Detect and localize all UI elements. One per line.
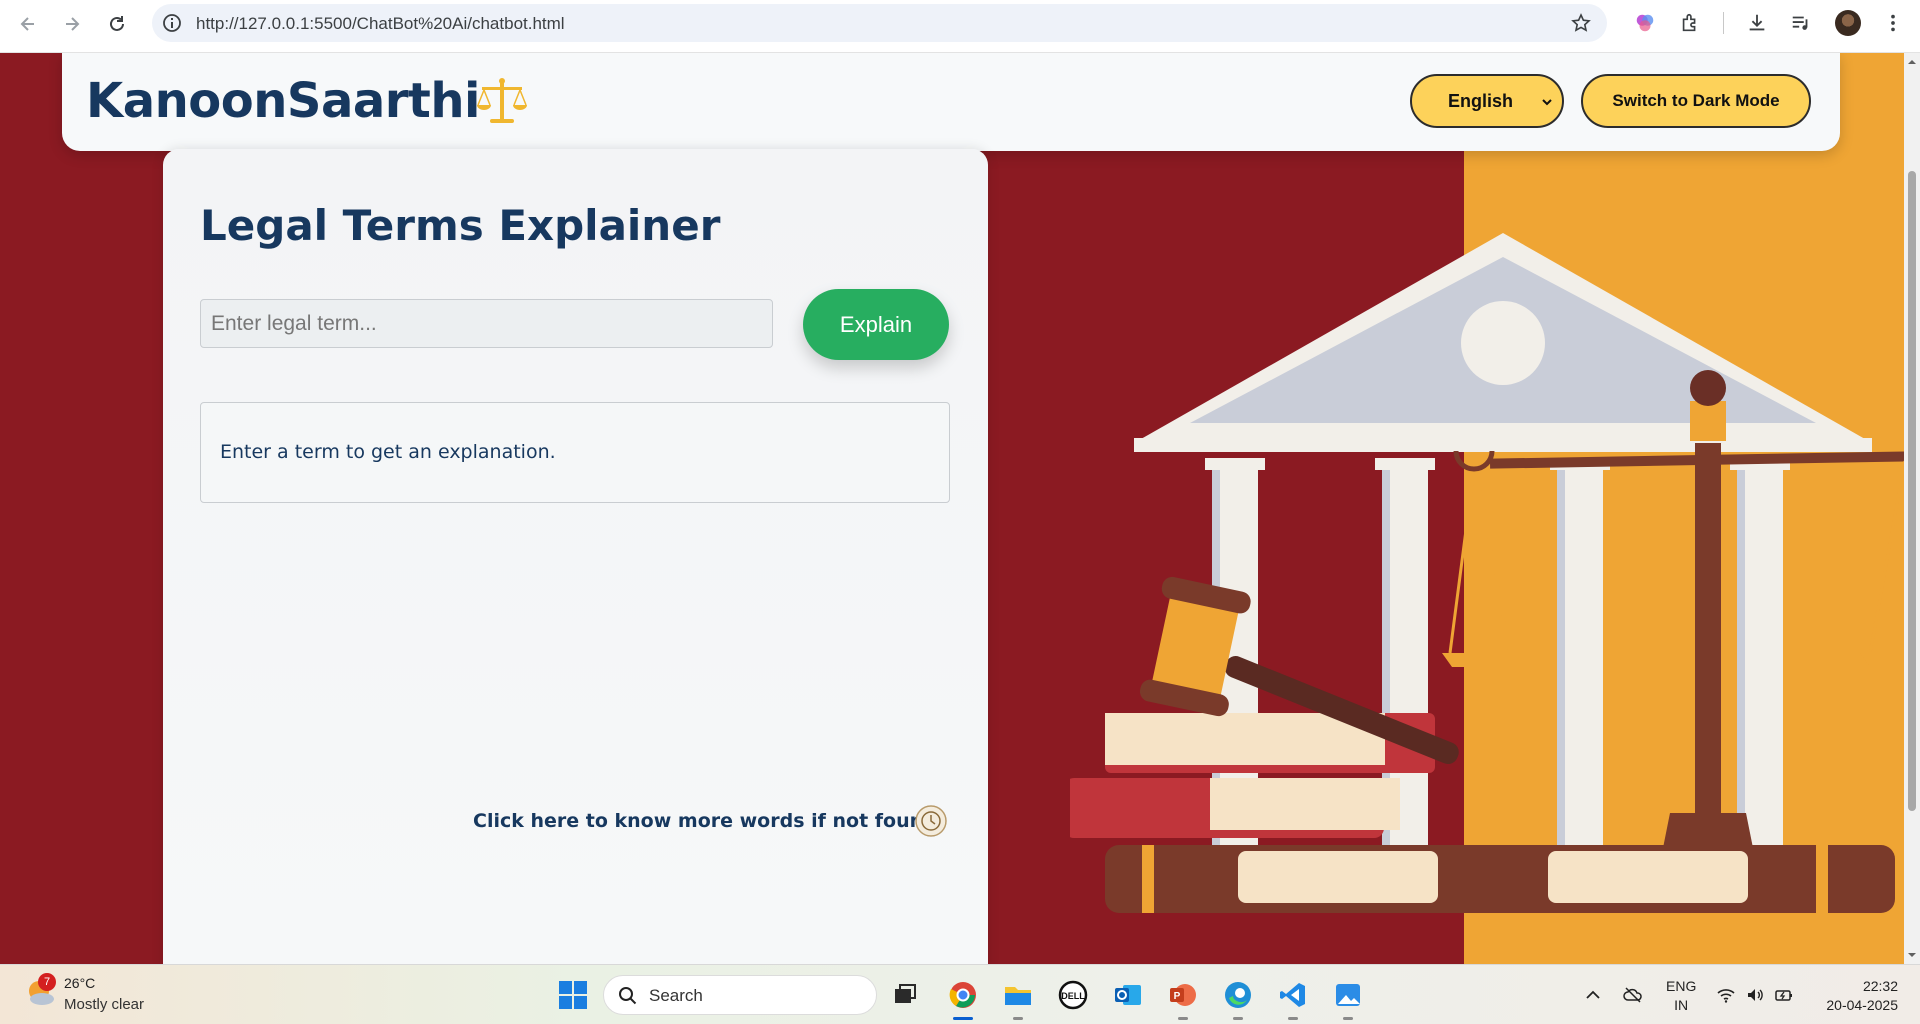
explain-button[interactable]: Explain <box>803 289 949 360</box>
vscode-icon[interactable] <box>1274 976 1312 1020</box>
result-box: Enter a term to get an explanation. <box>200 402 950 503</box>
menu-kebab-icon[interactable] <box>1880 10 1906 36</box>
extensions-puzzle-icon[interactable] <box>1677 10 1703 36</box>
task-view-icon[interactable] <box>886 976 924 1014</box>
volume-icon[interactable] <box>1745 985 1765 1005</box>
system-clock[interactable]: 22:32 20-04-2025 <box>1818 977 1898 1015</box>
chevron-down-icon <box>1542 99 1552 106</box>
page-scrollbar[interactable] <box>1904 53 1920 964</box>
media-control-icon[interactable] <box>1788 10 1814 36</box>
bookmark-star-icon[interactable] <box>1571 13 1591 33</box>
downloads-icon[interactable] <box>1744 10 1770 36</box>
dell-app-icon[interactable]: DELL <box>1054 976 1092 1014</box>
taskbar-search[interactable]: Search <box>603 975 877 1015</box>
language-select-value: English <box>1448 90 1514 111</box>
explainer-card: Legal Terms Explainer Explain Enter a te… <box>163 149 988 964</box>
site-header: KanoonSaarthi English Switch to Dark Mod… <box>62 53 1840 151</box>
windows-start-icon[interactable] <box>558 980 588 1010</box>
browser-toolbar: http://127.0.0.1:5500/ChatBot%20Ai/chatb… <box>0 0 1920 53</box>
scroll-down-icon[interactable] <box>1907 950 1917 960</box>
weather-temperature[interactable]: 26°C <box>64 975 95 991</box>
chrome-taskbar-icon[interactable] <box>944 976 982 1020</box>
url-text[interactable]: http://127.0.0.1:5500/ChatBot%20Ai/chatb… <box>196 14 565 34</box>
page-title: Legal Terms Explainer <box>200 201 721 250</box>
language-select[interactable]: English <box>1410 74 1564 128</box>
result-text: Enter a term to get an explanation. <box>220 441 556 463</box>
cloud-offline-icon[interactable] <box>1623 985 1643 1005</box>
reload-icon <box>110 16 124 31</box>
site-info-icon[interactable] <box>162 13 182 33</box>
weather-condition[interactable]: Mostly clear <box>64 996 144 1013</box>
svg-text:P: P <box>1174 991 1181 1002</box>
edge-icon[interactable] <box>1219 976 1257 1020</box>
clock-date: 20-04-2025 <box>1826 997 1898 1013</box>
clock-time: 22:32 <box>1862 978 1898 994</box>
svg-text:DELL: DELL <box>1061 991 1085 1001</box>
address-bar[interactable]: http://127.0.0.1:5500/ChatBot%20Ai/chatb… <box>152 4 1607 42</box>
more-words-link-icon[interactable] <box>915 805 947 837</box>
chevron-up-icon[interactable] <box>1583 985 1603 1005</box>
courthouse-illustration <box>1070 233 1904 913</box>
scroll-up-icon[interactable] <box>1907 57 1917 67</box>
balance-scale-icon <box>477 78 527 123</box>
language-code: ENG <box>1666 978 1697 994</box>
brand-title[interactable]: KanoonSaarthi <box>86 73 480 129</box>
legal-term-input[interactable] <box>200 299 773 348</box>
outlook-icon[interactable] <box>1109 976 1147 1014</box>
wifi-icon[interactable] <box>1716 985 1736 1005</box>
windows-taskbar: 7 26°C Mostly clear Search DELL P ENG IN… <box>0 964 1920 1024</box>
back-arrow-icon <box>20 17 34 31</box>
battery-charging-icon[interactable] <box>1774 985 1794 1005</box>
file-explorer-icon[interactable] <box>999 976 1037 1020</box>
back-button[interactable] <box>14 10 42 38</box>
forward-arrow-icon <box>66 17 80 31</box>
more-words-label: Click here to know more words if not fou… <box>473 810 945 832</box>
photos-app-icon[interactable] <box>1329 976 1367 1020</box>
region-code: IN <box>1674 997 1689 1013</box>
search-icon <box>619 987 637 1005</box>
profile-avatar[interactable] <box>1835 10 1861 36</box>
forward-button[interactable] <box>58 10 86 38</box>
dark-mode-button[interactable]: Switch to Dark Mode <box>1581 74 1811 128</box>
toolbar-separator <box>1723 12 1724 34</box>
input-language-indicator[interactable]: ENG IN <box>1666 977 1696 1015</box>
taskbar-search-label: Search <box>649 986 703 1005</box>
gemini-extension-icon[interactable] <box>1632 10 1658 36</box>
page-viewport: KanoonSaarthi English Switch to Dark Mod… <box>0 53 1904 964</box>
scrollbar-thumb[interactable] <box>1908 171 1916 811</box>
reload-button[interactable] <box>103 10 131 38</box>
weather-alert-badge: 7 <box>38 973 56 991</box>
powerpoint-icon[interactable]: P <box>1164 976 1202 1020</box>
